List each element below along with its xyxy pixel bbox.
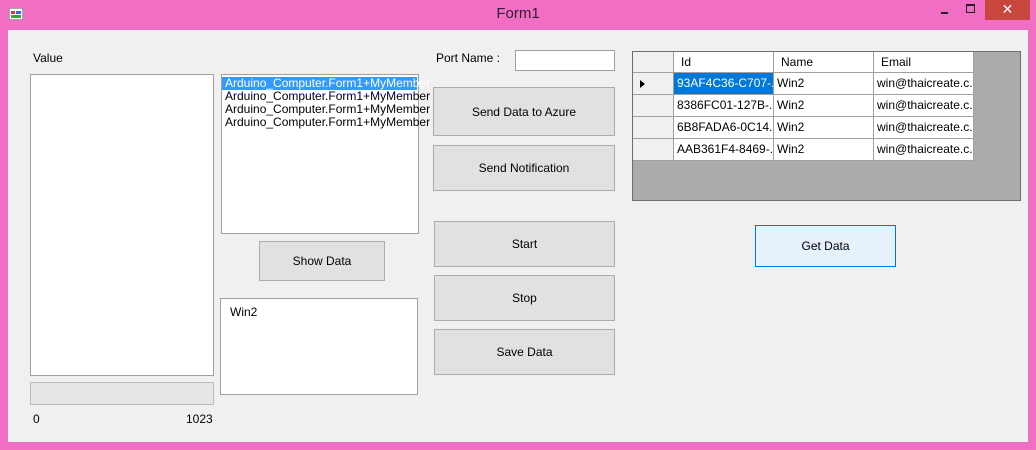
grid-cell-email[interactable]: win@thaicreate.c... <box>874 117 974 139</box>
grid-cell-email[interactable]: win@thaicreate.c... <box>874 73 974 95</box>
track-min-label: 0 <box>33 412 40 426</box>
grid-column-header-name[interactable]: Name <box>774 52 874 73</box>
send-data-azure-button[interactable]: Send Data to Azure <box>433 87 615 136</box>
grid-column-header-id[interactable]: Id <box>674 52 774 73</box>
grid-cell-email[interactable]: win@thaicreate.c... <box>874 139 974 161</box>
close-icon: ✕ <box>1001 1 1014 17</box>
member-list-items: Arduino_Computer.Form1+MyMember Arduino_C… <box>222 77 430 129</box>
grid-cell-name[interactable]: Win2 <box>774 95 874 117</box>
value-listbox[interactable] <box>30 74 214 376</box>
show-data-button[interactable]: Show Data <box>259 241 385 281</box>
port-name-input[interactable] <box>515 50 615 71</box>
current-row-arrow-icon <box>640 80 645 88</box>
maximize-button[interactable] <box>958 0 984 20</box>
grid-cell-email[interactable]: win@thaicreate.c... <box>874 95 974 117</box>
grid-corner-header <box>633 52 674 73</box>
track-max-label: 1023 <box>186 412 213 426</box>
get-data-button[interactable]: Get Data <box>755 225 896 267</box>
data-grid[interactable]: Id Name Email 93AF4C36-C707-... Win2 win@t… <box>632 51 1021 201</box>
member-listbox[interactable]: Arduino_Computer.Form1+MyMember Arduino_C… <box>221 74 430 234</box>
grid-row-header[interactable] <box>633 139 674 161</box>
grid-cell-id[interactable]: 8386FC01-127B-... <box>674 95 774 117</box>
value-label: Value <box>33 51 63 65</box>
grid-cell-name[interactable]: Win2 <box>774 139 874 161</box>
member-list-item[interactable]: Arduino_Computer.Form1+MyMember <box>222 116 430 129</box>
grid-column-header-email[interactable]: Email <box>874 52 974 73</box>
close-button[interactable]: ✕ <box>985 0 1030 20</box>
grid-row-header[interactable] <box>633 117 674 139</box>
name-textbox-value: Win2 <box>230 305 258 319</box>
value-progress-bar <box>30 382 214 405</box>
grid-cell-id[interactable]: 6B8FADA6-0C14... <box>674 117 774 139</box>
minimize-button[interactable] <box>933 0 957 20</box>
form-client-area: Value 0 1023 Arduino_Computer.Form1+MyMe… <box>8 30 1028 442</box>
send-notification-button[interactable]: Send Notification <box>433 145 615 191</box>
window-title: Form1 <box>496 5 540 22</box>
grid-cell-id[interactable]: 93AF4C36-C707-... <box>674 73 774 95</box>
grid-cell-name[interactable]: Win2 <box>774 117 874 139</box>
grid-cell-name[interactable]: Win2 <box>774 73 874 95</box>
port-name-label: Port Name : <box>436 51 501 65</box>
name-textbox[interactable]: Win2 <box>220 298 418 395</box>
grid-row-header[interactable] <box>633 95 674 117</box>
stop-button[interactable]: Stop <box>434 275 615 321</box>
grid-cell-id[interactable]: AAB361F4-8469-... <box>674 139 774 161</box>
start-button[interactable]: Start <box>434 221 615 267</box>
save-data-button[interactable]: Save Data <box>434 329 615 375</box>
grid-row-header[interactable] <box>633 73 674 95</box>
title-bar[interactable]: Form1 ✕ <box>0 0 1036 30</box>
